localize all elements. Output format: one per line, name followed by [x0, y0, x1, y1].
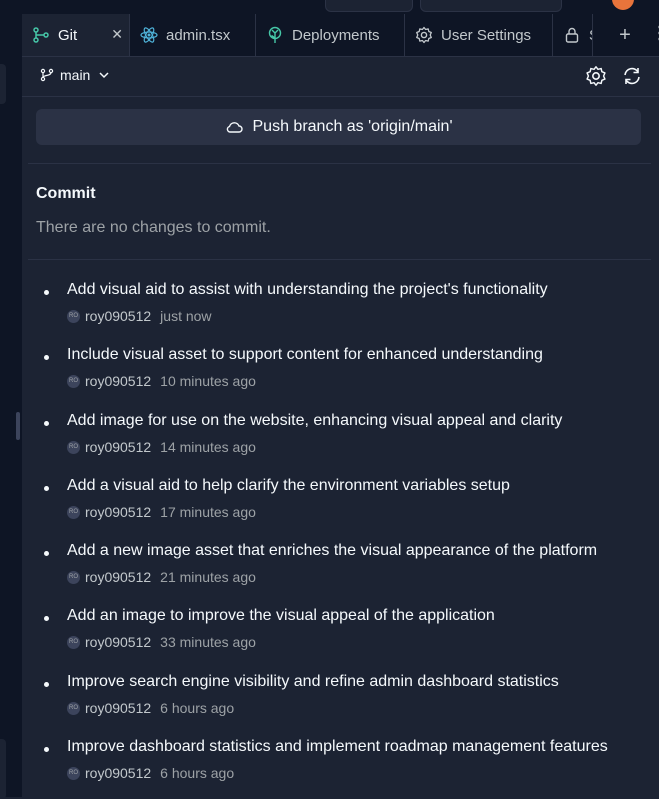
git-settings-gear-icon[interactable] — [585, 65, 607, 87]
commit-time: 21 minutes ago — [160, 569, 256, 585]
commit-author: roy090512 — [85, 700, 152, 716]
author-avatar: RO — [67, 505, 80, 519]
deployments-icon — [266, 26, 284, 44]
bullet — [44, 682, 49, 687]
sidebar-edge — [0, 739, 6, 799]
tab-deployments[interactable]: Deployments — [256, 14, 405, 56]
more-options-icon[interactable] — [650, 24, 659, 46]
commit-time: 6 hours ago — [160, 765, 235, 781]
branch-icon — [40, 68, 54, 82]
bullet — [44, 616, 49, 621]
commit-history-item[interactable]: Add a visual aid to help clarify the env… — [36, 477, 651, 537]
tab-label: S — [589, 27, 592, 44]
bullet — [44, 747, 49, 752]
commit-message: Improve dashboard statistics and impleme… — [67, 738, 608, 755]
resize-handle[interactable] — [16, 412, 20, 440]
commit-meta: RO roy090512 17 minutes ago — [67, 504, 256, 520]
commit-history-item[interactable]: Include visual asset to support content … — [36, 346, 651, 406]
tab-git[interactable]: Git ✕ — [22, 14, 130, 56]
commit-message: Include visual asset to support content … — [67, 346, 543, 363]
cloud-icon — [225, 120, 243, 134]
commit-author: roy090512 — [85, 634, 152, 650]
tab-label: Deployments — [292, 26, 380, 44]
commit-history-item[interactable]: Improve dashboard statistics and impleme… — [36, 738, 651, 798]
tab-admin-tsx[interactable]: admin.tsx — [130, 14, 256, 56]
close-icon[interactable]: ✕ — [111, 26, 123, 43]
add-tab-icon[interactable]: + — [614, 24, 636, 46]
bullet — [44, 551, 49, 556]
commit-meta: RO roy090512 6 hours ago — [67, 765, 234, 781]
push-branch-button[interactable]: Push branch as 'origin/main' — [36, 109, 641, 145]
top-strip — [0, 0, 659, 14]
tab-label: Git — [58, 26, 78, 44]
react-icon — [140, 26, 158, 44]
commit-message: Add an image to improve the visual appea… — [67, 607, 495, 624]
chevron-down-icon — [98, 69, 110, 81]
commit-author: roy090512 — [85, 439, 152, 455]
commit-history-item[interactable]: Add a new image asset that enriches the … — [36, 542, 651, 602]
commit-author: roy090512 — [85, 765, 152, 781]
commit-meta: RO roy090512 33 minutes ago — [67, 634, 256, 650]
divider — [28, 259, 651, 260]
divider — [28, 163, 651, 164]
tab-secrets[interactable]: S — [553, 14, 593, 56]
branch-selector[interactable]: main — [40, 67, 110, 83]
author-avatar: RO — [67, 440, 80, 454]
gear-icon — [415, 26, 433, 44]
author-avatar: RO — [67, 701, 80, 715]
commit-history-item[interactable]: Improve search engine visibility and ref… — [36, 673, 651, 733]
commit-message: Add image for use on the website, enhanc… — [67, 412, 563, 429]
top-control[interactable] — [420, 0, 562, 12]
commit-time: 33 minutes ago — [160, 634, 256, 650]
commit-author: roy090512 — [85, 308, 152, 324]
commit-time: 17 minutes ago — [160, 504, 256, 520]
commit-message: Improve search engine visibility and ref… — [67, 673, 559, 690]
commit-heading: Commit — [36, 185, 96, 202]
commit-message: Add visual aid to assist with understand… — [67, 281, 548, 298]
commit-author: roy090512 — [85, 504, 152, 520]
tab-label: admin.tsx — [166, 26, 231, 44]
author-avatar: RO — [67, 570, 80, 584]
push-branch-label: Push branch as 'origin/main' — [252, 118, 453, 135]
lock-icon — [563, 26, 581, 44]
commit-meta: RO roy090512 14 minutes ago — [67, 439, 256, 455]
user-avatar[interactable] — [612, 0, 634, 10]
left-gutter — [0, 14, 22, 799]
commit-history-item[interactable]: Add image for use on the website, enhanc… — [36, 412, 651, 472]
branch-name: main — [60, 67, 91, 83]
bullet — [44, 355, 49, 360]
top-control[interactable] — [325, 0, 413, 12]
commit-time: 10 minutes ago — [160, 373, 256, 389]
commit-message: Add a new image asset that enriches the … — [67, 542, 598, 559]
branch-toolbar: main — [22, 56, 659, 96]
commit-time: 6 hours ago — [160, 700, 235, 716]
tab-label: User Settings — [441, 26, 532, 44]
author-avatar: RO — [67, 309, 80, 323]
author-avatar: RO — [67, 635, 80, 649]
commit-meta: RO roy090512 21 minutes ago — [67, 569, 256, 585]
refresh-icon[interactable] — [621, 65, 643, 87]
commit-author: roy090512 — [85, 569, 152, 585]
sidebar-edge — [0, 64, 6, 104]
commit-history-item[interactable]: Add visual aid to assist with understand… — [36, 281, 651, 341]
author-avatar: RO — [67, 766, 80, 780]
tab-bar: Git ✕ admin.tsx Deployments User Setting… — [22, 14, 659, 57]
commit-empty-message: There are no changes to commit. — [36, 219, 271, 236]
commit-author: roy090512 — [85, 373, 152, 389]
commit-meta: RO roy090512 just now — [67, 308, 212, 324]
commit-message: Add a visual aid to help clarify the env… — [67, 477, 510, 494]
bullet — [44, 421, 49, 426]
divider — [22, 96, 659, 97]
tab-user-settings[interactable]: User Settings — [405, 14, 553, 56]
git-icon — [32, 26, 50, 44]
commit-history-item[interactable]: Add an image to improve the visual appea… — [36, 607, 651, 667]
author-avatar: RO — [67, 374, 80, 388]
commit-time: 14 minutes ago — [160, 439, 256, 455]
bullet — [44, 486, 49, 491]
commit-time: just now — [160, 308, 212, 324]
commit-meta: RO roy090512 6 hours ago — [67, 700, 234, 716]
commit-meta: RO roy090512 10 minutes ago — [67, 373, 256, 389]
bullet — [44, 290, 49, 295]
